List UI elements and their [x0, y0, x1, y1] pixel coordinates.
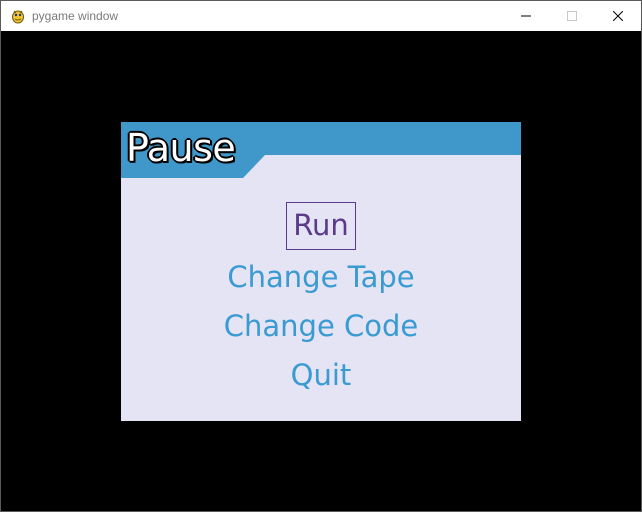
- menu-item-quit-label: Quit: [290, 358, 352, 392]
- menu-item-run-label: Run: [286, 202, 356, 250]
- maximize-icon: [567, 11, 577, 21]
- menu-item-change-tape[interactable]: Change Tape: [121, 259, 521, 295]
- maximize-button[interactable]: [549, 1, 595, 31]
- pygame-snake-icon: [10, 8, 26, 24]
- menu-item-quit[interactable]: Quit: [121, 357, 521, 393]
- pause-menu-panel: Pause Run Change Tape Change Code Quit: [121, 122, 521, 421]
- close-icon: [613, 11, 623, 21]
- game-canvas: Pause Run Change Tape Change Code Quit: [1, 31, 641, 511]
- pause-title: Pause: [126, 126, 236, 170]
- window-controls: [503, 1, 641, 31]
- minimize-button[interactable]: [503, 1, 549, 31]
- menu-item-run[interactable]: Run: [121, 202, 521, 250]
- window-title: pygame window: [32, 9, 119, 23]
- close-button[interactable]: [595, 1, 641, 31]
- menu-item-change-code-label: Change Code: [223, 309, 419, 343]
- title-bar[interactable]: pygame window: [1, 1, 641, 31]
- app-window: pygame window Pause Run Change Tape Chan…: [0, 0, 642, 512]
- menu-item-change-tape-label: Change Tape: [227, 260, 415, 294]
- menu-item-change-code[interactable]: Change Code: [121, 308, 521, 344]
- minimize-icon: [521, 15, 531, 17]
